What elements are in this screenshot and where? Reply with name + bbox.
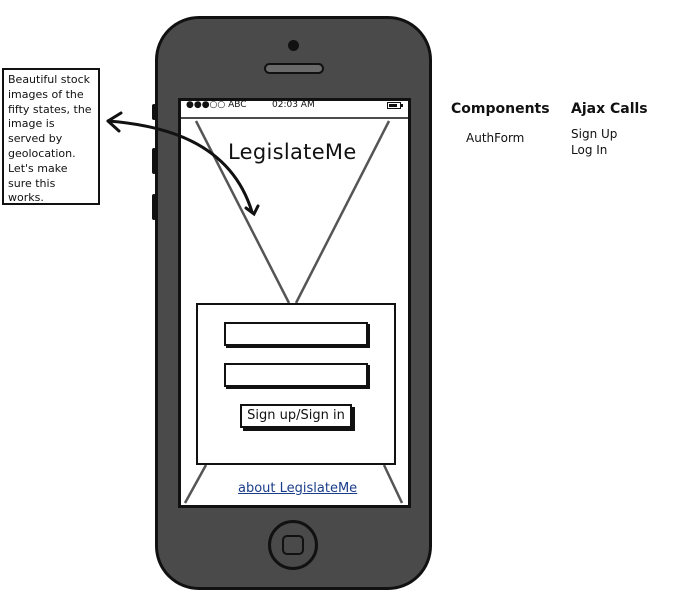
sign-up-sign-in-button[interactable]: Sign up/Sign in — [240, 404, 352, 428]
status-time: 02:03 AM — [272, 100, 315, 110]
app-title: LegislateMe — [228, 140, 357, 164]
status-carrier: ●●●○○ ABC — [186, 100, 247, 110]
username-input[interactable] — [226, 325, 366, 345]
component-item: AuthForm — [466, 131, 525, 145]
password-input[interactable] — [226, 366, 366, 386]
password-field[interactable] — [224, 363, 368, 387]
ajax-call-item: Sign Up — [571, 127, 618, 141]
ajax-call-item: Log In — [571, 143, 608, 157]
username-field[interactable] — [224, 322, 368, 346]
battery-level — [389, 104, 397, 107]
about-link[interactable]: about LegislateMe — [238, 481, 357, 496]
ajax-calls-heading: Ajax Calls — [571, 101, 648, 117]
components-heading: Components — [451, 101, 550, 117]
